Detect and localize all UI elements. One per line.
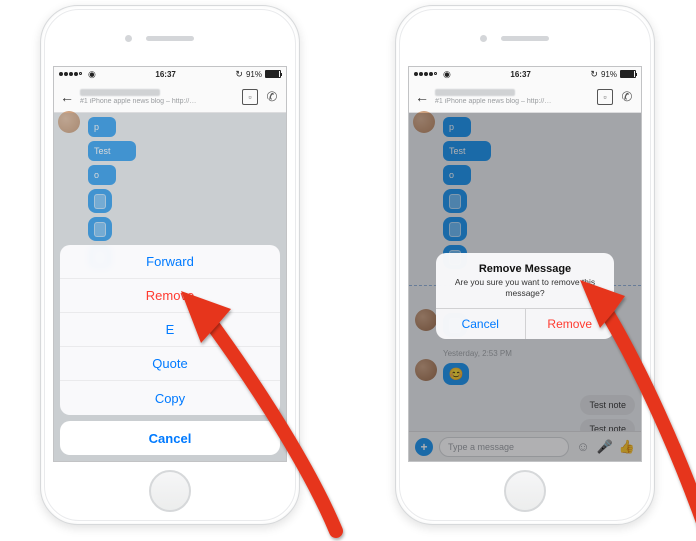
- alert-remove-button[interactable]: Remove: [526, 309, 615, 339]
- action-label: Forward: [146, 254, 194, 269]
- speaker-grill: [146, 36, 194, 41]
- home-button[interactable]: [504, 470, 546, 512]
- battery-pct: 91%: [246, 70, 262, 79]
- action-sheet-options: Forward Remove E Quote Copy: [60, 245, 280, 415]
- action-label: Quote: [152, 356, 187, 371]
- status-bar: ◉ 16:37 ↻ 91%: [409, 67, 641, 81]
- chat-title-redacted: [80, 89, 160, 96]
- voice-call-icon[interactable]: ✆: [264, 89, 280, 105]
- wifi-icon: ◉: [88, 69, 96, 80]
- rotation-lock-icon: ↻: [590, 69, 598, 80]
- action-quote[interactable]: Quote: [60, 347, 280, 381]
- action-sheet: Forward Remove E Quote Copy Cancel: [60, 245, 280, 455]
- chat-subtitle: #1 iPhone apple news blog – http://…: [80, 98, 236, 105]
- action-cancel[interactable]: Cancel: [60, 421, 280, 455]
- action-label: Copy: [155, 391, 185, 406]
- back-button[interactable]: ←: [415, 89, 429, 105]
- action-remove[interactable]: Remove: [60, 279, 280, 313]
- battery-icon: [265, 70, 281, 78]
- front-camera: [480, 35, 487, 42]
- home-button[interactable]: [149, 470, 191, 512]
- signal-dots-icon: [414, 72, 437, 76]
- phone-device-right: ◉ 16:37 ↻ 91% ← #1 iPhone apple news blo…: [395, 5, 655, 525]
- chat-header: ← #1 iPhone apple news blog – http://… ▫…: [409, 81, 641, 113]
- screen-right: ◉ 16:37 ↻ 91% ← #1 iPhone apple news blo…: [408, 66, 642, 462]
- battery-pct: 91%: [601, 70, 617, 79]
- chat-header: ← #1 iPhone apple news blog – http://… ▫…: [54, 81, 286, 113]
- back-button[interactable]: ←: [60, 89, 74, 105]
- button-label: Remove: [547, 317, 592, 331]
- signal-dots-icon: [59, 72, 82, 76]
- video-call-icon[interactable]: ▫: [597, 89, 613, 105]
- speaker-grill: [501, 36, 549, 41]
- alert-buttons: Cancel Remove: [436, 308, 614, 339]
- front-camera: [125, 35, 132, 42]
- alert-title: Remove Message: [436, 253, 614, 277]
- chat-subtitle: #1 iPhone apple news blog – http://…: [435, 98, 591, 105]
- screen-left: ◉ 16:37 ↻ 91% ← #1 iPhone apple news blo…: [53, 66, 287, 462]
- video-call-icon[interactable]: ▫: [242, 89, 258, 105]
- voice-call-icon[interactable]: ✆: [619, 89, 635, 105]
- chat-title-redacted: [435, 89, 515, 96]
- wifi-icon: ◉: [443, 69, 451, 80]
- action-label: Remove: [146, 288, 194, 303]
- action-label: Cancel: [149, 431, 192, 446]
- chat-body: p Test o Forward Remove E Quote Copy Can…: [54, 113, 286, 461]
- phone-device-left: ◉ 16:37 ↻ 91% ← #1 iPhone apple news blo…: [40, 5, 300, 525]
- confirm-alert: Remove Message Are you sure you want to …: [436, 253, 614, 339]
- clock-label: 16:37: [510, 70, 530, 79]
- action-copy[interactable]: Copy: [60, 381, 280, 415]
- chat-body: p Test o Yesterday, 2:53 PM 😊 Test note …: [409, 113, 641, 461]
- alert-message: Are you sure you want to remove this mes…: [436, 277, 614, 308]
- action-label: E: [166, 322, 175, 337]
- alert-cancel-button[interactable]: Cancel: [436, 309, 526, 339]
- battery-icon: [620, 70, 636, 78]
- clock-label: 16:37: [155, 70, 175, 79]
- action-edit[interactable]: E: [60, 313, 280, 347]
- rotation-lock-icon: ↻: [235, 69, 243, 80]
- status-bar: ◉ 16:37 ↻ 91%: [54, 67, 286, 81]
- action-forward[interactable]: Forward: [60, 245, 280, 279]
- button-label: Cancel: [462, 317, 499, 331]
